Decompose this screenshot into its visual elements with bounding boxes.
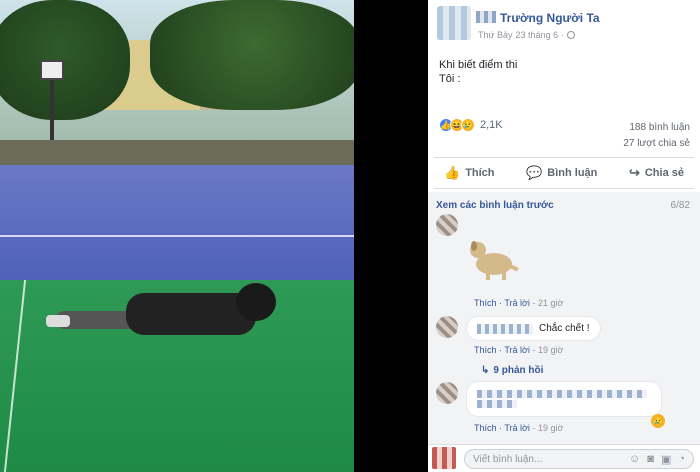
author-name[interactable]: Trường Người Ta [500, 11, 600, 25]
basketball-hoop [40, 60, 64, 80]
page-avatar[interactable] [437, 6, 471, 40]
like-button-label: Thích [465, 167, 495, 179]
share-button-label: Chia sẻ [644, 167, 684, 179]
comment-reply-link[interactable]: Trả lời [504, 423, 530, 433]
post-stats: 188 bình luận 27 lượt chia sẻ [623, 120, 690, 152]
court-line [0, 235, 354, 237]
comment-actions: Thích · Trả lời · 21 giờ [474, 298, 564, 308]
post-meta: Thứ Bảy 23 tháng 6 · [478, 30, 576, 40]
court-blue-area [0, 165, 354, 290]
comment-bubble: Chắc chết ! [466, 316, 601, 341]
comment-text-blurred [477, 390, 647, 398]
author-name-blurred [476, 11, 496, 23]
comment-time[interactable]: 19 giờ [538, 345, 563, 355]
emoji-icon[interactable]: ☺ [629, 453, 640, 466]
composer-icons: ☺ ◙ ▣ ◔ [629, 453, 685, 466]
commenter-avatar[interactable] [436, 316, 458, 338]
view-previous-comments[interactable]: Xem các bình luận trước [436, 200, 554, 211]
post-photo[interactable] [0, 0, 354, 472]
comment-icon: 💬 [526, 165, 543, 180]
dog-sticker [470, 241, 519, 280]
comment-like-link[interactable]: Thích [474, 345, 497, 355]
meta-prefix: Thứ Bảy [478, 30, 513, 40]
sad-reaction-icon: 😢 [461, 118, 475, 132]
comment-like-link[interactable]: Thích [474, 423, 497, 433]
sticker-icon[interactable]: ◔ [678, 453, 685, 466]
commenter-name-blurred[interactable] [477, 323, 533, 334]
comment-reply-link[interactable]: Trả lời [504, 345, 530, 355]
comment-time[interactable]: 19 giờ [538, 423, 563, 433]
comment-time[interactable]: 21 giờ [538, 298, 563, 308]
comment-input-placeholder: Viết bình luận... [473, 453, 543, 465]
comments-count[interactable]: 188 bình luận [623, 120, 690, 136]
comment-reply-link[interactable]: Trả lời [504, 298, 530, 308]
divider [434, 157, 694, 158]
my-avatar [432, 447, 456, 469]
comment-input[interactable]: Viết bình luận... ☺ ◙ ▣ ◔ [464, 449, 694, 469]
student-head [236, 283, 276, 321]
commenter-avatar[interactable] [436, 382, 458, 404]
share-button[interactable]: ↪ Chia sẻ [619, 162, 694, 184]
like-icon: 👍 [444, 165, 461, 180]
share-icon: ↪ [628, 165, 640, 180]
student-shoe [46, 315, 70, 327]
comment-actions: Thích · Trả lời · 19 giờ [474, 345, 564, 355]
reaction-count: 2,1K [480, 119, 503, 131]
comment-actions: Thích · Trả lời · 19 giờ [474, 423, 564, 433]
like-button[interactable]: 👍 Thích [434, 162, 505, 184]
photo-tree [0, 0, 130, 120]
globe-icon[interactable] [567, 31, 576, 39]
comment-like-link[interactable]: Thích [474, 298, 497, 308]
sad-reaction-icon[interactable]: 😢 [651, 414, 665, 428]
view-replies-link[interactable]: ↳ 9 phản hồi [481, 365, 543, 376]
reply-arrow-icon: ↳ [481, 365, 490, 376]
gif-icon[interactable]: ▣ [661, 453, 671, 466]
post-actions: 👍 Thích 💬 Bình luận ↪ Chia sẻ [434, 162, 694, 184]
shares-count[interactable]: 27 lượt chia sẻ [623, 136, 690, 152]
comment-bubble [466, 381, 662, 417]
comments-page-count: 6/82 [670, 200, 690, 211]
facebook-photo-viewer: Trường Người Ta Thứ Bảy 23 tháng 6 · Khi… [0, 0, 700, 472]
divider [434, 188, 694, 189]
post-date[interactable]: 23 tháng 6 [516, 30, 559, 40]
post-text-line: Khi biết điểm thi [439, 59, 518, 71]
comment-text-blurred [477, 400, 517, 408]
photo-tree-2 [150, 0, 354, 110]
reactions-summary[interactable]: 👍 😆 😢 2,1K [439, 118, 503, 132]
comment-button[interactable]: 💬 Bình luận [516, 162, 607, 184]
post-text: Khi biết điểm thi Tôi : [439, 58, 517, 86]
replies-count: 9 phản hồi [493, 365, 544, 376]
comment-button-label: Bình luận [547, 167, 598, 179]
post-text-line: Tôi : [439, 73, 461, 85]
camera-icon[interactable]: ◙ [647, 453, 654, 466]
comment-text: Chắc chết ! [539, 323, 590, 334]
lying-student [46, 283, 276, 363]
commenter-avatar[interactable] [436, 214, 458, 236]
